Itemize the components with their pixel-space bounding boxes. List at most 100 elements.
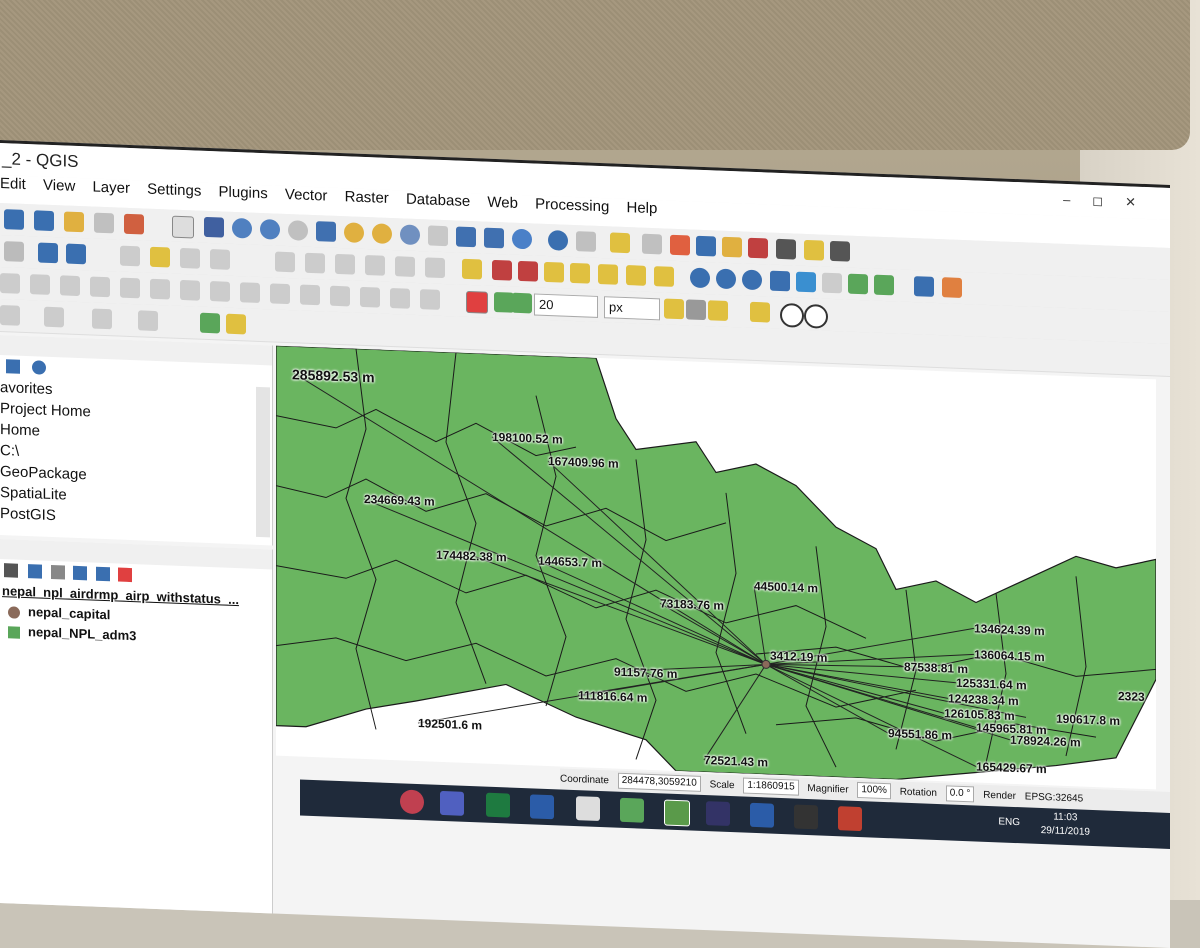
menu-settings[interactable]: Settings: [147, 181, 201, 200]
delete-ring-icon[interactable]: [180, 279, 200, 301]
qgis-desktop-icon[interactable]: [620, 797, 644, 823]
terrain-icon[interactable]: [848, 273, 868, 295]
split-features-icon[interactable]: [300, 284, 320, 306]
geocode-icon[interactable]: [716, 268, 736, 290]
model-designer-icon[interactable]: [226, 313, 246, 335]
zoom-last-icon[interactable]: [428, 225, 448, 247]
deselect-icon[interactable]: [670, 234, 690, 256]
redo-icon[interactable]: [425, 257, 445, 279]
label-pin-icon[interactable]: [492, 259, 512, 281]
open-icon[interactable]: [64, 211, 84, 233]
menu-help[interactable]: Help: [626, 199, 657, 217]
tracing-icon[interactable]: [750, 301, 770, 323]
teams-icon[interactable]: [440, 790, 464, 816]
copy-features-icon[interactable]: [335, 253, 355, 275]
add-feature-icon[interactable]: [150, 246, 170, 268]
book-icon[interactable]: [914, 276, 934, 297]
language-indicator[interactable]: ENG: [998, 816, 1020, 828]
snap-segment-icon[interactable]: [512, 292, 532, 314]
globe-icon[interactable]: [690, 267, 710, 289]
zoom-rubberband-icon[interactable]: [288, 220, 308, 241]
map-tips-icon[interactable]: [804, 239, 824, 261]
menu-vector[interactable]: Vector: [285, 186, 328, 205]
fill-ring-icon[interactable]: [150, 278, 170, 300]
select-by-value-icon[interactable]: [642, 233, 662, 255]
snap-avoid-icon[interactable]: [708, 300, 728, 321]
zoom-next-icon[interactable]: [456, 226, 476, 248]
field-calculator-icon[interactable]: [722, 236, 742, 258]
python-icon[interactable]: [770, 270, 790, 292]
crs-button[interactable]: EPSG:32645: [1025, 791, 1083, 804]
system-clock[interactable]: 11:03 29/11/2019: [1041, 810, 1090, 840]
scale-field[interactable]: 1:1860915: [743, 777, 799, 797]
add-part-icon[interactable]: [120, 277, 140, 299]
zoom-layer-icon[interactable]: [372, 223, 392, 245]
zoom-in-icon[interactable]: [232, 217, 252, 239]
pan-to-selection-icon[interactable]: [204, 216, 224, 238]
outlook-icon[interactable]: [750, 802, 774, 828]
label-rotate-icon[interactable]: [570, 262, 590, 284]
move-feature-icon[interactable]: [210, 249, 230, 270]
simplify-icon[interactable]: [60, 275, 80, 297]
toggle-editing-icon[interactable]: [38, 242, 58, 264]
plugin-icon[interactable]: [942, 277, 962, 298]
word-icon[interactable]: [530, 794, 554, 820]
app-icon[interactable]: [576, 796, 600, 822]
label-icon[interactable]: [462, 258, 482, 280]
label-move-icon[interactable]: [544, 261, 564, 283]
label-change-icon[interactable]: [598, 263, 618, 285]
reshape-icon[interactable]: [240, 282, 260, 303]
render-checkbox[interactable]: Render: [983, 790, 1016, 802]
measure-icon[interactable]: [776, 238, 796, 260]
delete-part-icon[interactable]: [210, 281, 230, 302]
ac-icon[interactable]: [796, 271, 816, 293]
terminal-icon[interactable]: [794, 804, 818, 830]
profile-icon[interactable]: [874, 274, 894, 296]
zoom-selection-icon[interactable]: [344, 222, 364, 243]
menu-layer[interactable]: Layer: [92, 179, 130, 197]
window-controls[interactable]: –◻✕: [1063, 184, 1158, 220]
menu-web[interactable]: Web: [487, 194, 518, 212]
snapping-icon[interactable]: [466, 290, 488, 314]
print-layout-icon[interactable]: [94, 212, 114, 234]
menu-plugins[interactable]: Plugins: [219, 183, 268, 202]
style-manager-icon[interactable]: [124, 213, 144, 235]
circle-icon[interactable]: [0, 305, 20, 326]
cut-features-icon[interactable]: [305, 252, 325, 274]
merge-features-icon[interactable]: [360, 286, 380, 308]
frame-icon[interactable]: [822, 272, 842, 294]
network-icon[interactable]: [742, 269, 762, 291]
easy-icon[interactable]: [654, 266, 674, 287]
attribute-table-icon[interactable]: [696, 235, 716, 257]
digitize-icon[interactable]: [120, 245, 140, 267]
text-annotation-icon[interactable]: [830, 240, 850, 262]
collapse-icon[interactable]: [6, 359, 20, 374]
chrome-icon[interactable]: [400, 789, 424, 815]
save-as-icon[interactable]: [34, 210, 54, 232]
split-parts-icon[interactable]: [330, 285, 350, 307]
zoom-full-icon[interactable]: [316, 221, 336, 242]
menu-edit[interactable]: Edit: [0, 175, 26, 193]
excel-icon[interactable]: [486, 792, 510, 818]
rectangle-icon[interactable]: [92, 308, 112, 330]
snap-vertex-icon[interactable]: [494, 291, 514, 313]
delete-selected-icon[interactable]: [275, 251, 295, 273]
rotate-icon[interactable]: [30, 274, 50, 295]
action-icon[interactable]: [576, 231, 596, 252]
offset-curve-icon[interactable]: [270, 283, 290, 305]
collapse-all-icon[interactable]: [95, 566, 110, 582]
cad-icon[interactable]: [0, 273, 20, 294]
layer-style-icon[interactable]: [4, 563, 18, 578]
zoom-out-icon[interactable]: [260, 218, 280, 240]
remove-layer-icon[interactable]: [118, 567, 133, 583]
powerpoint-icon[interactable]: [838, 806, 862, 832]
add-ring-icon[interactable]: [90, 276, 110, 298]
processing-toolbox-icon[interactable]: [200, 312, 220, 334]
diagram-icon[interactable]: [626, 265, 646, 286]
identify-icon[interactable]: [548, 230, 568, 251]
filter-icon[interactable]: [28, 564, 43, 579]
info-icon[interactable]: [32, 360, 47, 375]
rotate-ccw-icon[interactable]: [804, 303, 828, 329]
pgadmin-icon[interactable]: [706, 801, 730, 827]
select-features-icon[interactable]: [610, 232, 630, 254]
